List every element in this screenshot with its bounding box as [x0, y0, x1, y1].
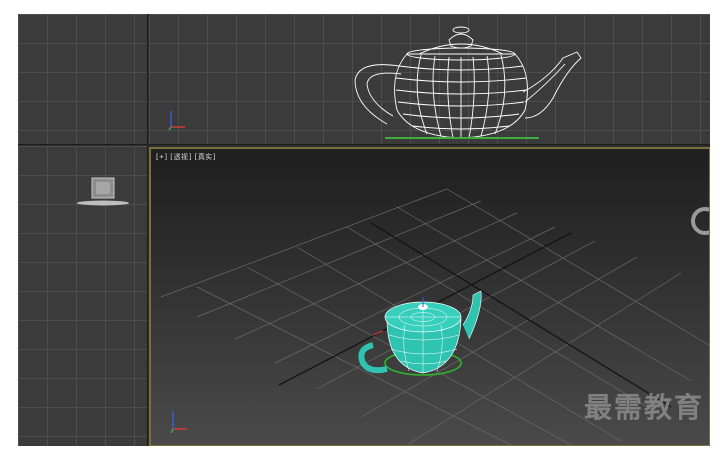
- watermark: 最需教育: [583, 391, 704, 424]
- axis-tripod-icon: [170, 411, 187, 434]
- viewcube-icon[interactable]: [77, 177, 129, 206]
- viewport-left[interactable]: [18, 14, 148, 145]
- wireframe-teapot[interactable]: [354, 26, 582, 139]
- teapot-object[interactable]: [358, 290, 482, 376]
- viewport-top[interactable]: [149, 14, 710, 145]
- viewport-front[interactable]: [18, 146, 148, 446]
- axis-tripod-icon: [168, 111, 185, 131]
- max-viewport-layout: [+][透视][真实] 最需教育: [18, 14, 710, 446]
